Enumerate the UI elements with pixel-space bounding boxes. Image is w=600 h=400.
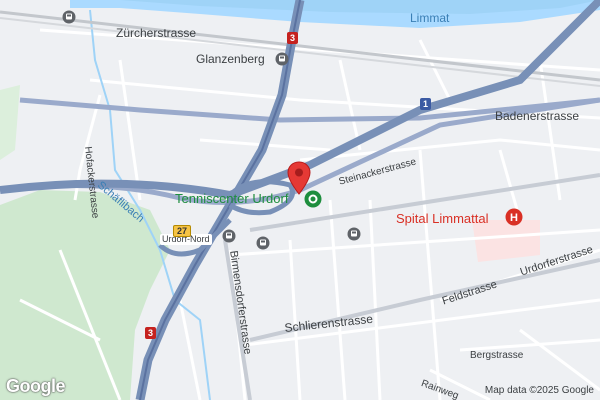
bus-stop-icon[interactable] [222, 229, 236, 243]
tenniscenter-label[interactable]: Tenniscenter Urdorf [175, 192, 288, 205]
river-label: Limmat [410, 11, 450, 25]
spital-label[interactable]: Spital Limmattal [396, 212, 488, 225]
bergstrasse-label: Bergstrasse [470, 350, 524, 361]
park-area [0, 85, 20, 160]
hospital-icon[interactable]: H [505, 208, 523, 226]
map-pin-icon[interactable] [287, 161, 311, 195]
exit-27-shield: 27 [173, 225, 192, 237]
hospital-symbol: H [510, 212, 518, 224]
hospital-area [472, 220, 540, 262]
route-3-shield-bottom: 3 [145, 327, 157, 339]
transit-station-icon[interactable] [62, 10, 76, 24]
railway-2 [0, 17, 600, 87]
bus-stop-icon[interactable] [347, 227, 361, 241]
route-3-shield-top: 3 [287, 32, 299, 44]
map-attribution: Map data ©2025 Google [484, 385, 594, 396]
glanzenberg-label: Glanzenberg [196, 52, 265, 66]
google-logo: Google [6, 376, 66, 396]
map-view[interactable]: Limmat Zürcherstrasse Glanzenberg Badene… [0, 0, 600, 400]
zurcherstrasse-label: Zürcherstrasse [116, 26, 197, 40]
badenerstrasse-label: Badenerstrasse [495, 109, 580, 123]
bus-stop-icon[interactable] [256, 236, 270, 250]
route-1-shield: 1 [420, 98, 432, 110]
transit-station-icon[interactable] [275, 52, 289, 66]
